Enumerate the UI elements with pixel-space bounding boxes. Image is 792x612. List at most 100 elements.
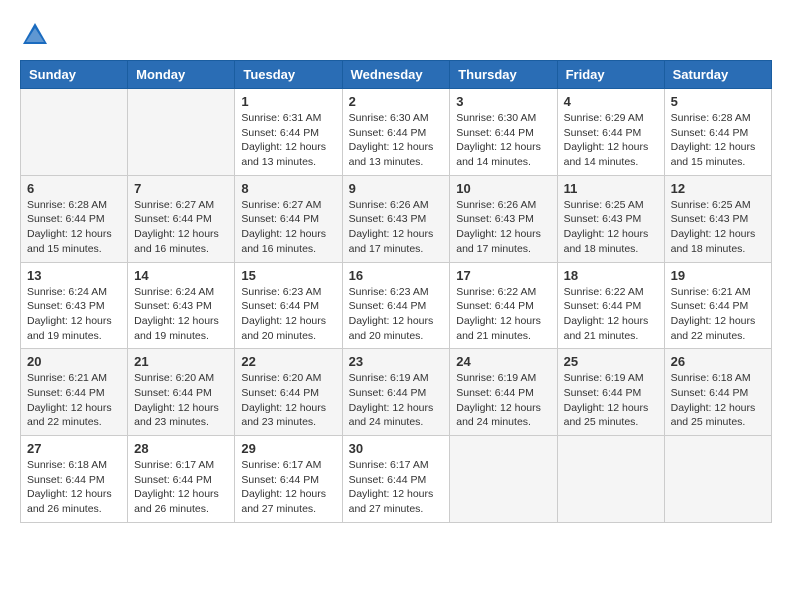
day-number: 10 xyxy=(456,181,550,196)
day-info: Sunrise: 6:21 AMSunset: 6:44 PMDaylight:… xyxy=(671,285,765,344)
day-number: 24 xyxy=(456,354,550,369)
calendar-cell: 23 Sunrise: 6:19 AMSunset: 6:44 PMDayligh… xyxy=(342,349,450,436)
day-info: Sunrise: 6:21 AMSunset: 6:44 PMDaylight:… xyxy=(27,371,121,430)
day-number: 15 xyxy=(241,268,335,283)
calendar-cell: 13 Sunrise: 6:24 AMSunset: 6:43 PMDayligh… xyxy=(21,262,128,349)
calendar-cell: 14Sunrise: 6:24 AMSunset: 6:43 PMDayligh… xyxy=(128,262,235,349)
day-info: Sunrise: 6:24 AMSunset: 6:43 PMDaylight:… xyxy=(27,285,121,344)
day-info: Sunrise: 6:28 AMSunset: 6:44 PMDaylight:… xyxy=(27,198,121,257)
day-info: Sunrise: 6:26 AMSunset: 6:43 PMDaylight:… xyxy=(349,198,444,257)
weekday-header-monday: Monday xyxy=(128,61,235,89)
calendar-cell: 24 Sunrise: 6:19 AMSunset: 6:44 PMDayligh… xyxy=(450,349,557,436)
weekday-header-tuesday: Tuesday xyxy=(235,61,342,89)
calendar-cell xyxy=(450,436,557,523)
calendar-cell: 5 Sunrise: 6:28 AMSunset: 6:44 PMDaylight… xyxy=(664,89,771,176)
calendar-cell: 17Sunrise: 6:22 AMSunset: 6:44 PMDayligh… xyxy=(450,262,557,349)
day-info: Sunrise: 6:19 AMSunset: 6:44 PMDaylight:… xyxy=(349,371,444,430)
day-number: 5 xyxy=(671,94,765,109)
calendar-cell: 3Sunrise: 6:30 AMSunset: 6:44 PMDaylight… xyxy=(450,89,557,176)
day-number: 29 xyxy=(241,441,335,456)
day-number: 1 xyxy=(241,94,335,109)
day-number: 11 xyxy=(564,181,658,196)
day-info: Sunrise: 6:20 AMSunset: 6:44 PMDaylight:… xyxy=(241,371,335,430)
day-number: 19 xyxy=(671,268,765,283)
day-info: Sunrise: 6:28 AMSunset: 6:44 PMDaylight:… xyxy=(671,111,765,170)
day-info: Sunrise: 6:30 AMSunset: 6:44 PMDaylight:… xyxy=(349,111,444,170)
calendar-cell: 30 Sunrise: 6:17 AMSunset: 6:44 PMDayligh… xyxy=(342,436,450,523)
calendar-header-row: SundayMondayTuesdayWednesdayThursdayFrid… xyxy=(21,61,772,89)
calendar-week-1: 1 Sunrise: 6:31 AMSunset: 6:44 PMDaylight… xyxy=(21,89,772,176)
day-number: 13 xyxy=(27,268,121,283)
day-number: 6 xyxy=(27,181,121,196)
calendar-cell xyxy=(128,89,235,176)
calendar-cell: 15 Sunrise: 6:23 AMSunset: 6:44 PMDayligh… xyxy=(235,262,342,349)
calendar-cell: 25Sunrise: 6:19 AMSunset: 6:44 PMDayligh… xyxy=(557,349,664,436)
calendar-cell: 19 Sunrise: 6:21 AMSunset: 6:44 PMDayligh… xyxy=(664,262,771,349)
day-info: Sunrise: 6:18 AMSunset: 6:44 PMDaylight:… xyxy=(27,458,121,517)
day-number: 7 xyxy=(134,181,228,196)
day-info: Sunrise: 6:23 AMSunset: 6:44 PMDaylight:… xyxy=(241,285,335,344)
day-info: Sunrise: 6:23 AMSunset: 6:44 PMDaylight:… xyxy=(349,285,444,344)
day-info: Sunrise: 6:18 AMSunset: 6:44 PMDaylight:… xyxy=(671,371,765,430)
calendar-cell: 11 Sunrise: 6:25 AMSunset: 6:43 PMDayligh… xyxy=(557,175,664,262)
weekday-header-sunday: Sunday xyxy=(21,61,128,89)
day-number: 12 xyxy=(671,181,765,196)
calendar-cell: 26Sunrise: 6:18 AMSunset: 6:44 PMDayligh… xyxy=(664,349,771,436)
calendar-cell xyxy=(21,89,128,176)
day-number: 8 xyxy=(241,181,335,196)
day-number: 28 xyxy=(134,441,228,456)
day-info: Sunrise: 6:17 AMSunset: 6:44 PMDaylight:… xyxy=(134,458,228,517)
weekday-header-thursday: Thursday xyxy=(450,61,557,89)
calendar-cell: 4 Sunrise: 6:29 AMSunset: 6:44 PMDaylight… xyxy=(557,89,664,176)
day-number: 20 xyxy=(27,354,121,369)
day-info: Sunrise: 6:20 AMSunset: 6:44 PMDaylight:… xyxy=(134,371,228,430)
day-info: Sunrise: 6:22 AMSunset: 6:44 PMDaylight:… xyxy=(456,285,550,344)
calendar-cell: 8 Sunrise: 6:27 AMSunset: 6:44 PMDaylight… xyxy=(235,175,342,262)
calendar-cell: 16Sunrise: 6:23 AMSunset: 6:44 PMDayligh… xyxy=(342,262,450,349)
day-info: Sunrise: 6:17 AMSunset: 6:44 PMDaylight:… xyxy=(349,458,444,517)
page-header xyxy=(20,20,772,50)
day-info: Sunrise: 6:19 AMSunset: 6:44 PMDaylight:… xyxy=(456,371,550,430)
day-info: Sunrise: 6:22 AMSunset: 6:44 PMDaylight:… xyxy=(564,285,658,344)
calendar-cell: 29 Sunrise: 6:17 AMSunset: 6:44 PMDayligh… xyxy=(235,436,342,523)
calendar-cell: 28 Sunrise: 6:17 AMSunset: 6:44 PMDayligh… xyxy=(128,436,235,523)
day-number: 25 xyxy=(564,354,658,369)
day-number: 22 xyxy=(241,354,335,369)
calendar-week-4: 20 Sunrise: 6:21 AMSunset: 6:44 PMDayligh… xyxy=(21,349,772,436)
day-number: 21 xyxy=(134,354,228,369)
calendar-cell: 2 Sunrise: 6:30 AMSunset: 6:44 PMDaylight… xyxy=(342,89,450,176)
day-info: Sunrise: 6:25 AMSunset: 6:43 PMDaylight:… xyxy=(671,198,765,257)
logo xyxy=(20,20,54,50)
day-info: Sunrise: 6:31 AMSunset: 6:44 PMDaylight:… xyxy=(241,111,335,170)
calendar-cell: 1 Sunrise: 6:31 AMSunset: 6:44 PMDaylight… xyxy=(235,89,342,176)
calendar-week-5: 27 Sunrise: 6:18 AMSunset: 6:44 PMDayligh… xyxy=(21,436,772,523)
day-number: 30 xyxy=(349,441,444,456)
weekday-header-saturday: Saturday xyxy=(664,61,771,89)
weekday-header-friday: Friday xyxy=(557,61,664,89)
calendar-cell: 6 Sunrise: 6:28 AMSunset: 6:44 PMDaylight… xyxy=(21,175,128,262)
day-number: 2 xyxy=(349,94,444,109)
day-info: Sunrise: 6:24 AMSunset: 6:43 PMDaylight:… xyxy=(134,285,228,344)
day-info: Sunrise: 6:29 AMSunset: 6:44 PMDaylight:… xyxy=(564,111,658,170)
day-info: Sunrise: 6:26 AMSunset: 6:43 PMDaylight:… xyxy=(456,198,550,257)
calendar-cell: 21 Sunrise: 6:20 AMSunset: 6:44 PMDayligh… xyxy=(128,349,235,436)
calendar-table: SundayMondayTuesdayWednesdayThursdayFrid… xyxy=(20,60,772,523)
day-info: Sunrise: 6:27 AMSunset: 6:44 PMDaylight:… xyxy=(134,198,228,257)
calendar-week-2: 6 Sunrise: 6:28 AMSunset: 6:44 PMDaylight… xyxy=(21,175,772,262)
day-number: 9 xyxy=(349,181,444,196)
calendar-cell: 27 Sunrise: 6:18 AMSunset: 6:44 PMDayligh… xyxy=(21,436,128,523)
calendar-cell: 20 Sunrise: 6:21 AMSunset: 6:44 PMDayligh… xyxy=(21,349,128,436)
day-number: 4 xyxy=(564,94,658,109)
day-info: Sunrise: 6:25 AMSunset: 6:43 PMDaylight:… xyxy=(564,198,658,257)
calendar-cell xyxy=(557,436,664,523)
day-number: 18 xyxy=(564,268,658,283)
day-number: 3 xyxy=(456,94,550,109)
day-number: 27 xyxy=(27,441,121,456)
calendar-cell xyxy=(664,436,771,523)
day-info: Sunrise: 6:17 AMSunset: 6:44 PMDaylight:… xyxy=(241,458,335,517)
day-number: 23 xyxy=(349,354,444,369)
day-info: Sunrise: 6:27 AMSunset: 6:44 PMDaylight:… xyxy=(241,198,335,257)
logo-icon xyxy=(20,20,50,50)
calendar-cell: 9 Sunrise: 6:26 AMSunset: 6:43 PMDaylight… xyxy=(342,175,450,262)
calendar-week-3: 13 Sunrise: 6:24 AMSunset: 6:43 PMDayligh… xyxy=(21,262,772,349)
